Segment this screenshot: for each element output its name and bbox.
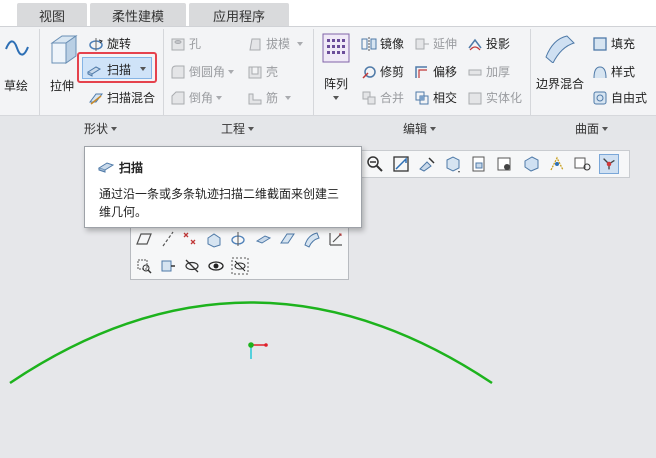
datum-plane-display-icon[interactable] bbox=[135, 230, 153, 248]
tooltip-title: 扫描 bbox=[119, 161, 144, 175]
zoom-out-icon[interactable] bbox=[365, 154, 385, 174]
csys-x-tip bbox=[264, 343, 268, 347]
hide-icon[interactable] bbox=[183, 257, 201, 275]
orient-icon[interactable] bbox=[159, 257, 177, 275]
show-icon[interactable] bbox=[207, 257, 225, 275]
spin-center-icon bbox=[603, 158, 615, 170]
boundary-filter-icon[interactable] bbox=[303, 230, 321, 248]
datum-axis-display-icon[interactable] bbox=[159, 230, 177, 248]
spin-center-button[interactable] bbox=[599, 154, 619, 174]
sweep-tooltip-icon bbox=[97, 162, 115, 173]
display-filter-panel bbox=[130, 224, 349, 280]
annotation-display-icon[interactable] bbox=[573, 154, 593, 174]
measure-filter-icon[interactable] bbox=[327, 230, 345, 248]
display-style-icon[interactable] bbox=[443, 154, 463, 174]
datum-point-display-icon[interactable] bbox=[181, 230, 199, 248]
perspective-icon[interactable] bbox=[521, 154, 541, 174]
hide-selection-icon[interactable] bbox=[231, 257, 249, 275]
csys-display-icon[interactable] bbox=[205, 230, 223, 248]
swept-blend-filter-icon[interactable] bbox=[279, 230, 297, 248]
sweep-tooltip: 扫描 通过沿一条或多条轨迹扫描二维截面来创建三维几何。 bbox=[84, 146, 362, 228]
view-manager-icon[interactable] bbox=[495, 154, 515, 174]
sweep-filter-icon[interactable] bbox=[255, 230, 273, 248]
repaint-icon[interactable] bbox=[417, 154, 437, 174]
datum-display-icon[interactable] bbox=[547, 154, 567, 174]
revolve-filter-icon[interactable] bbox=[229, 230, 247, 248]
graphics-toolbar bbox=[360, 150, 630, 178]
saved-views-icon[interactable] bbox=[469, 154, 489, 174]
zoom-window-icon[interactable] bbox=[135, 257, 153, 275]
refit-icon[interactable] bbox=[391, 154, 411, 174]
csys-origin bbox=[248, 342, 254, 348]
tooltip-description: 通过沿一条或多条轨迹扫描二维截面来创建三维几何。 bbox=[99, 187, 340, 219]
